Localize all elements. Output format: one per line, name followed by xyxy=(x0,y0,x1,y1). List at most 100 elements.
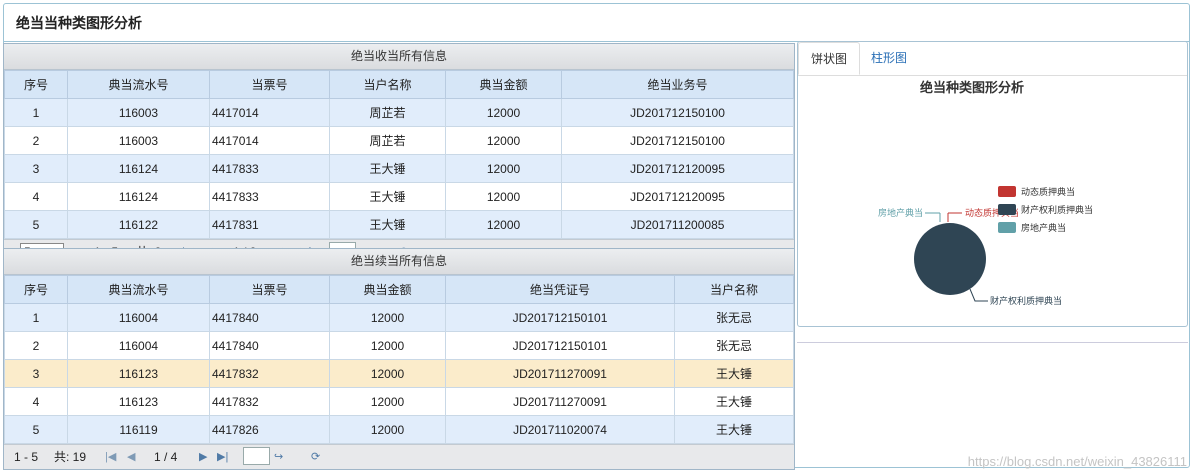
table-cell: 周芷若 xyxy=(329,98,446,127)
table-cell: 4417014 xyxy=(209,126,330,155)
table-cell: JD201712150100 xyxy=(561,98,794,127)
refresh-icon[interactable]: ⟳ xyxy=(311,445,320,469)
last-page-icon[interactable]: ▶| xyxy=(217,445,228,469)
table-cell: 116124 xyxy=(67,182,210,211)
table-cell: 116004 xyxy=(67,303,210,332)
slice-label: 房地产典当 xyxy=(878,207,923,218)
chart-tabs: 饼状图 柱形图 xyxy=(798,42,1187,76)
pager: 1 - 5 共: 19 |◀ ◀ 1 / 4 ▶ ▶| ↪ ⟳ xyxy=(4,444,794,469)
table-row[interactable]: 3 116123 4417832 12000 JD201711270091 王大锤 xyxy=(4,359,794,388)
table-cell: 2 xyxy=(4,126,68,155)
table-cell: 张无忌 xyxy=(674,303,794,332)
table-cell: 116123 xyxy=(67,387,210,416)
table-cell: JD201712150101 xyxy=(445,303,675,332)
column-header[interactable]: 当票号 xyxy=(209,275,330,304)
chart-panel: 饼状图 柱形图 绝当种类图形分析 房地产典当 动态质押典当 财产权利质押典当 动态质押典… xyxy=(797,41,1188,327)
table-cell: JD201711270091 xyxy=(445,359,675,388)
table-row[interactable]: 5 116119 4417826 12000 JD201711020074 王大锤 xyxy=(4,415,794,444)
table-cell: 116124 xyxy=(67,154,210,183)
chart-title: 绝当种类图形分析 xyxy=(920,80,1024,95)
table-cell: 116003 xyxy=(67,98,210,127)
grid-caption: 绝当收当所有信息 xyxy=(4,44,794,70)
column-header[interactable]: 典当流水号 xyxy=(67,70,210,99)
table-cell: 3 xyxy=(4,154,68,183)
table-cell: 116122 xyxy=(67,210,210,239)
table-row[interactable]: 2 116003 4417014 周芷若 12000 JD201712150100 xyxy=(4,126,794,155)
table-cell: JD201711270091 xyxy=(445,387,675,416)
tab-bar[interactable]: 柱形图 xyxy=(859,42,919,75)
table-cell: 116123 xyxy=(67,359,210,388)
grid-redeemed-info: 绝当收当所有信息 序号 典当流水号 当票号 当户名称 典当金额 绝当业务号 1 116003… xyxy=(3,43,795,265)
legend-label[interactable]: 财产权利质押典当 xyxy=(1021,204,1093,215)
go-icon[interactable]: ↪ xyxy=(274,445,283,469)
table-cell: 1 xyxy=(4,303,68,332)
column-header[interactable]: 当票号 xyxy=(209,70,330,99)
legend-label[interactable]: 房地产典当 xyxy=(1021,222,1066,233)
tab-pie[interactable]: 饼状图 xyxy=(798,42,861,75)
column-header[interactable]: 当户名称 xyxy=(329,70,446,99)
table-cell: 116004 xyxy=(67,331,210,360)
table-cell: 王大锤 xyxy=(674,359,794,388)
table-row[interactable]: 5 116122 4417831 王大锤 12000 JD201711200085 xyxy=(4,210,794,239)
table-cell: JD201712120095 xyxy=(561,154,794,183)
table-cell: JD201712150101 xyxy=(445,331,675,360)
table-cell: 4417832 xyxy=(209,359,330,388)
table-cell: 王大锤 xyxy=(674,387,794,416)
table-cell: 12000 xyxy=(329,303,446,332)
pie-slice[interactable] xyxy=(914,223,986,295)
table-row[interactable]: 1 116003 4417014 周芷若 12000 JD201712150100 xyxy=(4,98,794,127)
table-cell: JD201711020074 xyxy=(445,415,675,444)
table-cell: 王大锤 xyxy=(329,154,446,183)
table-row[interactable]: 4 116123 4417832 12000 JD201711270091 王大锤 xyxy=(4,387,794,416)
column-header[interactable]: 序号 xyxy=(4,70,68,99)
table-cell: 4417014 xyxy=(209,98,330,127)
column-header[interactable]: 典当金额 xyxy=(445,70,562,99)
table-cell: 2 xyxy=(4,331,68,360)
column-header[interactable]: 典当金额 xyxy=(329,275,446,304)
watermark: https://blog.csdn.net/weixin_43826111 xyxy=(967,454,1187,469)
slice-label: 财产权利质押典当 xyxy=(990,295,1062,306)
table-cell: 王大锤 xyxy=(329,210,446,239)
table-row[interactable]: 2 116004 4417840 12000 JD201712150101 张无忌 xyxy=(4,331,794,360)
table-cell: 4 xyxy=(4,387,68,416)
grid-caption: 绝当续当所有信息 xyxy=(4,249,794,275)
table-cell: 1 xyxy=(4,98,68,127)
table-row[interactable]: 4 116124 4417833 王大锤 12000 JD201712120095 xyxy=(4,182,794,211)
table-cell: 周芷若 xyxy=(329,126,446,155)
table-cell: 116119 xyxy=(67,415,210,444)
table-cell: 4417826 xyxy=(209,415,330,444)
legend-swatch[interactable] xyxy=(998,186,1016,197)
table-cell: 3 xyxy=(4,359,68,388)
column-header[interactable]: 绝当凭证号 xyxy=(445,275,675,304)
legend-swatch[interactable] xyxy=(998,204,1016,215)
column-header[interactable]: 当户名称 xyxy=(674,275,794,304)
page-number-input[interactable] xyxy=(243,447,270,465)
first-page-icon[interactable]: |◀ xyxy=(105,445,116,469)
column-header[interactable]: 序号 xyxy=(4,275,68,304)
table-cell: 4417833 xyxy=(209,182,330,211)
table-cell: 4417833 xyxy=(209,154,330,183)
table-cell: 张无忌 xyxy=(674,331,794,360)
pager-page: 1 / 4 xyxy=(154,450,178,464)
table-row[interactable]: 3 116124 4417833 王大锤 12000 JD201712120095 xyxy=(4,154,794,183)
table-cell: 5 xyxy=(4,415,68,444)
column-header[interactable]: 典当流水号 xyxy=(67,275,210,304)
next-page-icon[interactable]: ▶ xyxy=(199,445,207,469)
table-cell: 12000 xyxy=(329,415,446,444)
column-header[interactable]: 绝当业务号 xyxy=(561,70,794,99)
table-cell: 12000 xyxy=(445,210,562,239)
label-line xyxy=(969,288,988,302)
prev-page-icon[interactable]: ◀ xyxy=(127,445,135,469)
table-cell: 12000 xyxy=(329,359,446,388)
legend-label[interactable]: 动态质押典当 xyxy=(1021,186,1075,197)
data-table: 序号 典当流水号 当票号 典当金额 绝当凭证号 当户名称 1 116004 4417840 12… xyxy=(4,275,794,444)
table-cell: 4 xyxy=(4,182,68,211)
table-cell: 12000 xyxy=(445,154,562,183)
pie-chart: 绝当种类图形分析房地产典当 动态质押典当财产权利质押典当动态质押典当财产权利质押典… xyxy=(878,80,1093,306)
table-cell: 116003 xyxy=(67,126,210,155)
table-cell: 4417832 xyxy=(209,387,330,416)
divider xyxy=(797,342,1188,343)
table-row[interactable]: 1 116004 4417840 12000 JD201712150101 张无忌 xyxy=(4,303,794,332)
legend-swatch[interactable] xyxy=(998,222,1016,233)
table-cell: 12000 xyxy=(329,387,446,416)
